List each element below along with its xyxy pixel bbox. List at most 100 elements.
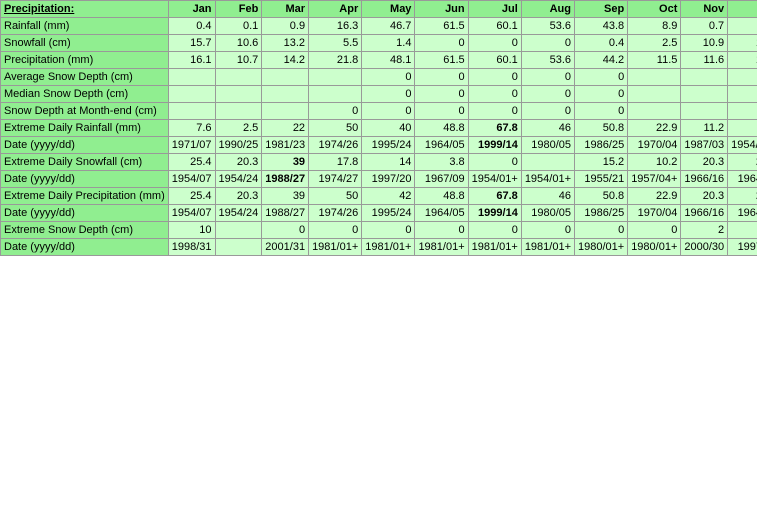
cell-r9-c4: 1997/20: [362, 171, 415, 188]
cell-r3-c2: [262, 69, 309, 86]
cell-r13-c4: 1981/01+: [362, 239, 415, 256]
cell-r1-c9: 2.5: [628, 35, 681, 52]
table-row: Snow Depth at Month-end (cm)000000C: [1, 103, 757, 120]
cell-r8-c2: 39: [262, 154, 309, 171]
row-label-5: Snow Depth at Month-end (cm): [1, 103, 169, 120]
cell-r12-c8: 0: [575, 222, 628, 239]
cell-r4-c5: 0: [415, 86, 468, 103]
cell-r2-c6: 60.1: [468, 52, 521, 69]
cell-r3-c10: [681, 69, 728, 86]
cell-r12-c4: 0: [362, 222, 415, 239]
cell-r12-c6: 0: [468, 222, 521, 239]
cell-r9-c1: 1954/24: [215, 171, 262, 188]
cell-r11-c6: 1999/14: [468, 205, 521, 222]
cell-r2-c4: 48.1: [362, 52, 415, 69]
cell-r9-c0: 1954/07: [168, 171, 215, 188]
cell-r10-c7: 46: [521, 188, 574, 205]
cell-r11-c0: 1954/07: [168, 205, 215, 222]
cell-r6-c7: 46: [521, 120, 574, 137]
cell-r7-c6: 1999/14: [468, 137, 521, 154]
cell-r3-c5: 0: [415, 69, 468, 86]
table-row: Snowfall (cm)15.710.613.25.51.40000.42.5…: [1, 35, 757, 52]
climate-table: Precipitation:JanFebMarAprMayJunJulAugSe…: [0, 0, 757, 256]
cell-r1-c1: 10.6: [215, 35, 262, 52]
cell-r9-c2: 1988/27: [262, 171, 309, 188]
cell-r13-c2: 2001/31: [262, 239, 309, 256]
cell-r10-c5: 48.8: [415, 188, 468, 205]
cell-r8-c6: 0: [468, 154, 521, 171]
cell-r5-c8: 0: [575, 103, 628, 120]
col-header-8: Aug: [521, 1, 574, 18]
cell-r5-c10: [681, 103, 728, 120]
cell-r0-c3: 16.3: [309, 18, 362, 35]
col-header-9: Sep: [575, 1, 628, 18]
cell-r2-c10: 11.6: [681, 52, 728, 69]
cell-r4-c11: [728, 86, 757, 103]
cell-r8-c7: [521, 154, 574, 171]
cell-r12-c11: 0: [728, 222, 757, 239]
cell-r2-c3: 21.8: [309, 52, 362, 69]
cell-r3-c0: [168, 69, 215, 86]
cell-r11-c11: 1964/22: [728, 205, 757, 222]
cell-r9-c9: 1957/04+: [628, 171, 681, 188]
cell-r9-c8: 1955/21: [575, 171, 628, 188]
cell-r8-c8: 15.2: [575, 154, 628, 171]
cell-r0-c0: 0.4: [168, 18, 215, 35]
row-label-2: Precipitation (mm): [1, 52, 169, 69]
cell-r7-c10: 1987/03: [681, 137, 728, 154]
row-label-11: Date (yyyy/dd): [1, 205, 169, 222]
cell-r12-c10: 2: [681, 222, 728, 239]
cell-r8-c0: 25.4: [168, 154, 215, 171]
cell-r1-c3: 5.5: [309, 35, 362, 52]
cell-r13-c7: 1981/01+: [521, 239, 574, 256]
table-row: Date (yyyy/dd)1971/071990/251981/231974/…: [1, 137, 757, 154]
cell-r2-c8: 44.2: [575, 52, 628, 69]
cell-r10-c0: 25.4: [168, 188, 215, 205]
cell-r11-c10: 1966/16: [681, 205, 728, 222]
cell-r4-c4: 0: [362, 86, 415, 103]
cell-r9-c3: 1974/27: [309, 171, 362, 188]
cell-r0-c5: 61.5: [415, 18, 468, 35]
cell-r13-c3: 1981/01+: [309, 239, 362, 256]
table-row: Date (yyyy/dd)1954/071954/241988/271974/…: [1, 205, 757, 222]
col-header-12: Dec: [728, 1, 757, 18]
cell-r8-c1: 20.3: [215, 154, 262, 171]
row-label-7: Date (yyyy/dd): [1, 137, 169, 154]
cell-r11-c9: 1970/04: [628, 205, 681, 222]
cell-r5-c5: 0: [415, 103, 468, 120]
cell-r0-c11: 0: [728, 18, 757, 35]
cell-r10-c6: 67.8: [468, 188, 521, 205]
cell-r3-c3: [309, 69, 362, 86]
cell-r10-c10: 20.3: [681, 188, 728, 205]
cell-r1-c6: 0: [468, 35, 521, 52]
cell-r7-c1: 1990/25: [215, 137, 262, 154]
col-header-1: Jan: [168, 1, 215, 18]
cell-r1-c0: 15.7: [168, 35, 215, 52]
row-label-12: Extreme Snow Depth (cm): [1, 222, 169, 239]
cell-r4-c7: 0: [521, 86, 574, 103]
cell-r5-c9: [628, 103, 681, 120]
cell-r11-c4: 1995/24: [362, 205, 415, 222]
cell-r9-c6: 1954/01+: [468, 171, 521, 188]
cell-r4-c1: [215, 86, 262, 103]
table-row: Extreme Daily Rainfall (mm)7.62.52250404…: [1, 120, 757, 137]
cell-r1-c4: 1.4: [362, 35, 415, 52]
cell-r6-c3: 50: [309, 120, 362, 137]
cell-r4-c2: [262, 86, 309, 103]
cell-r9-c10: 1966/16: [681, 171, 728, 188]
table-row: Extreme Snow Depth (cm)100000000020: [1, 222, 757, 239]
cell-r3-c6: 0: [468, 69, 521, 86]
cell-r0-c2: 0.9: [262, 18, 309, 35]
cell-r6-c4: 40: [362, 120, 415, 137]
table-row: Extreme Daily Snowfall (cm)25.420.33917.…: [1, 154, 757, 171]
cell-r0-c6: 60.1: [468, 18, 521, 35]
table-row: Rainfall (mm)0.40.10.916.346.761.560.153…: [1, 18, 757, 35]
cell-r8-c3: 17.8: [309, 154, 362, 171]
table-row: Precipitation (mm)16.110.714.221.848.161…: [1, 52, 757, 69]
cell-r12-c3: 0: [309, 222, 362, 239]
col-header-0: Precipitation:: [1, 1, 169, 18]
cell-r13-c11: 1997/31: [728, 239, 757, 256]
row-label-1: Snowfall (cm): [1, 35, 169, 52]
cell-r13-c10: 2000/30: [681, 239, 728, 256]
cell-r3-c9: [628, 69, 681, 86]
